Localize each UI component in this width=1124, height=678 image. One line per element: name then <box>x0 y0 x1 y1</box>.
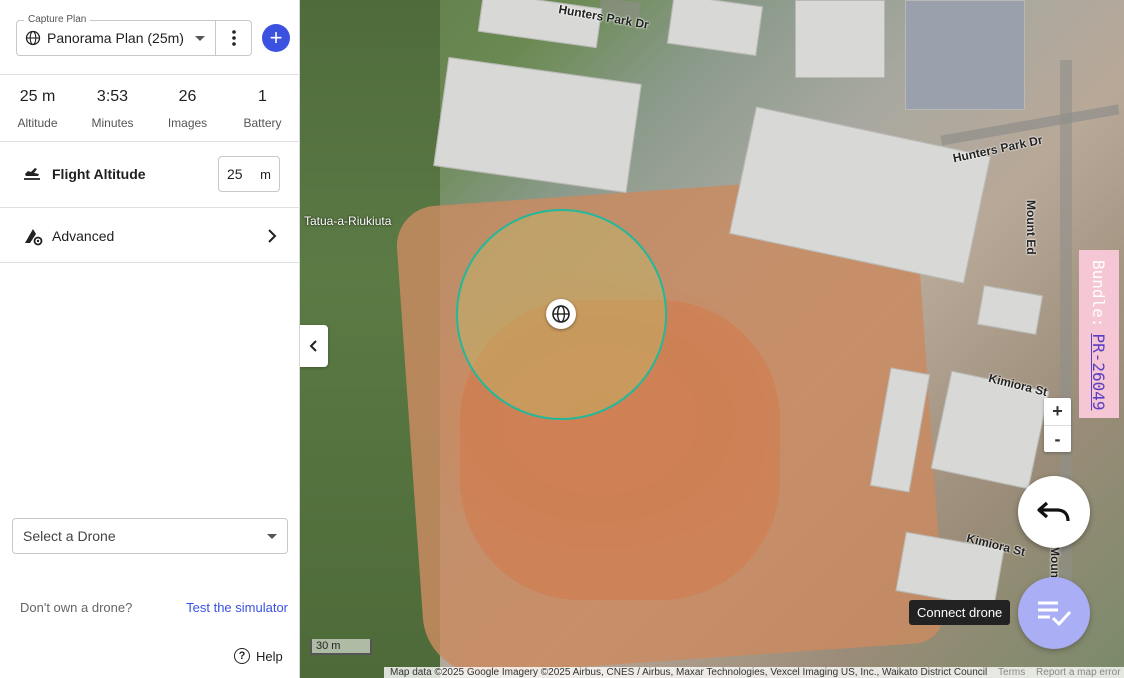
chevron-right-icon <box>268 229 277 243</box>
stat-value: 1 <box>258 88 267 105</box>
bundle-text: Bundle: PR-26049 <box>1079 250 1119 418</box>
capture-plan-value: Panorama Plan (25m) <box>47 30 184 46</box>
building <box>433 56 642 194</box>
flight-altitude-unit: m <box>260 166 271 182</box>
stat-label: Minutes <box>91 116 134 130</box>
checklist-icon <box>1038 601 1072 627</box>
flight-altitude-row: Flight Altitude 25 m <box>22 156 280 192</box>
connect-drone-button[interactable] <box>1018 577 1090 649</box>
building <box>666 0 764 57</box>
stat-value: 3:53 <box>96 88 129 105</box>
globe-icon <box>25 30 41 46</box>
capture-plan-select[interactable]: Panorama Plan (25m) <box>16 20 216 56</box>
map-street-label: Mount Ed <box>1024 200 1038 255</box>
divider <box>0 141 300 142</box>
plus-icon: + <box>269 25 283 50</box>
flight-altitude-input[interactable]: 25 m <box>218 156 280 192</box>
map-attribution: Map data ©2025 Google Imagery ©2025 Airb… <box>384 667 1124 678</box>
flight-altitude-value: 25 <box>227 166 243 182</box>
stat-label: Images <box>167 116 208 130</box>
stat-label: Altitude <box>17 116 58 130</box>
stat-value: 26 <box>178 88 197 105</box>
terms-link[interactable]: Terms <box>998 667 1025 678</box>
add-plan-button[interactable]: + <box>262 24 290 52</box>
zoom-out-button[interactable]: - <box>1044 426 1071 453</box>
zoom-control: + - <box>1044 398 1071 452</box>
drone-settings-icon <box>25 229 43 246</box>
divider <box>0 207 300 208</box>
building <box>795 0 885 78</box>
attribution-text: Map data ©2025 Google Imagery ©2025 Airb… <box>390 667 988 678</box>
drone-select-placeholder: Select a Drone <box>23 528 116 544</box>
advanced-label: Advanced <box>52 228 115 244</box>
map-canvas[interactable]: Hunters Park Dr Hunters Park Dr Tatua-a-… <box>300 0 1124 678</box>
report-map-error-link[interactable]: Report a map error <box>1036 667 1120 678</box>
building <box>905 0 1025 110</box>
map-place-label: Tatua-a-Riukiuta <box>304 214 392 228</box>
stat-minutes: 3:53 Minutes <box>75 88 150 130</box>
divider <box>0 74 300 75</box>
connect-drone-tooltip: Connect drone <box>909 600 1011 625</box>
bundle-pr-link[interactable]: PR-26049 <box>1090 333 1109 410</box>
undo-button[interactable] <box>1018 476 1090 548</box>
help-icon: ? <box>234 648 250 664</box>
drone-select[interactable]: Select a Drone <box>12 518 288 554</box>
stat-altitude: 25 m Altitude <box>0 88 75 130</box>
more-vertical-icon <box>231 30 236 46</box>
undo-icon <box>1037 501 1070 522</box>
panorama-point-marker[interactable] <box>546 299 576 329</box>
test-simulator-link[interactable]: Test the simulator <box>186 600 288 615</box>
stat-value: 25 m <box>19 88 56 105</box>
globe-icon <box>552 305 570 323</box>
flight-altitude-label: Flight Altitude <box>52 166 146 182</box>
capture-plan-legend: Capture Plan <box>24 14 91 25</box>
simulator-question: Don't own a drone? <box>20 600 133 615</box>
bundle-tag: Bundle: PR-26049 <box>1079 250 1119 418</box>
map-scale-bar: 30 m <box>310 639 372 655</box>
building <box>976 285 1044 335</box>
chevron-down-icon <box>267 533 277 539</box>
divider <box>0 262 300 263</box>
chevron-left-icon <box>309 340 317 352</box>
stat-label: Battery <box>243 116 282 130</box>
help-label: Help <box>256 648 283 664</box>
sidebar: Capture Plan Panorama Plan (25m) + 25 m <box>0 0 300 678</box>
simulator-row: Don't own a drone? Test the simulator <box>20 600 288 615</box>
stat-images: 26 Images <box>150 88 225 130</box>
zoom-in-button[interactable]: + <box>1044 398 1071 425</box>
capture-plan-row: Panorama Plan (25m) + <box>16 20 290 56</box>
chevron-down-icon <box>195 35 205 41</box>
airplane-takeoff-icon <box>24 168 40 180</box>
stat-battery: 1 Battery <box>225 88 300 130</box>
collapse-sidebar-button[interactable] <box>300 325 328 367</box>
help-button[interactable]: ? Help <box>234 648 283 664</box>
bundle-prefix: Bundle: <box>1089 260 1109 328</box>
advanced-row[interactable]: Advanced <box>22 222 278 250</box>
plan-more-button[interactable] <box>216 20 252 56</box>
plan-stats: 25 m Altitude 3:53 Minutes 26 Images 1 B… <box>0 88 300 130</box>
